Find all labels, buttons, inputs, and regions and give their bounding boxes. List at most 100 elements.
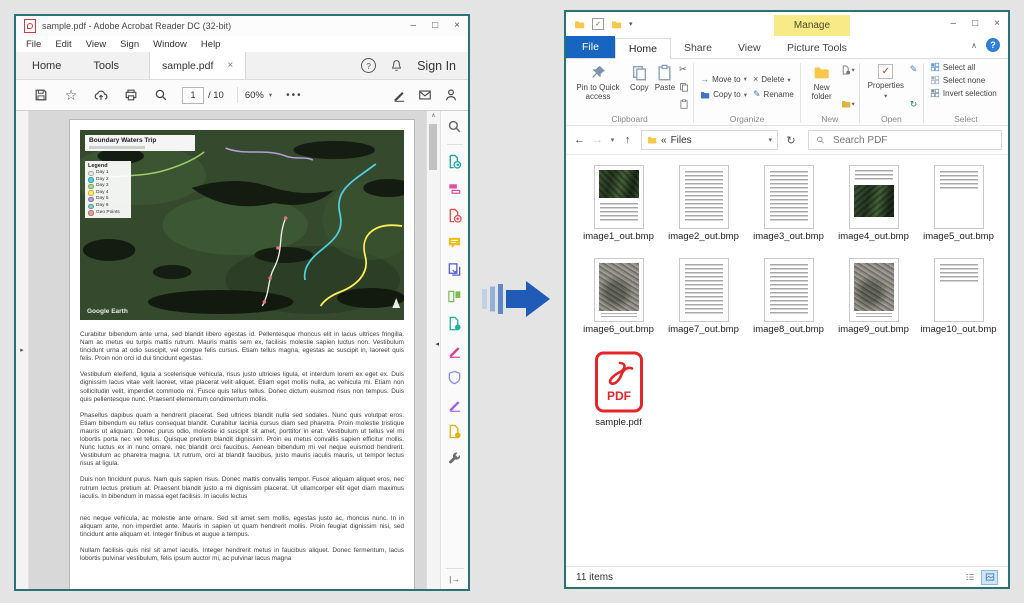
breadcrumb[interactable]: « Files ▾ xyxy=(641,130,778,150)
tab-tools[interactable]: Tools xyxy=(77,52,135,79)
back-icon[interactable]: ← xyxy=(572,134,587,146)
file-item[interactable]: image9_out.bmp xyxy=(831,258,916,351)
new-folder-qat-icon[interactable] xyxy=(611,19,622,30)
sign-in-button[interactable]: Sign In xyxy=(417,59,456,73)
breadcrumb-chevron-icon[interactable]: ▾ xyxy=(768,136,772,144)
help-icon[interactable]: ? xyxy=(986,38,1000,52)
create-pdf-tool[interactable] xyxy=(447,207,463,223)
share-cloud-icon[interactable] xyxy=(86,88,116,102)
scrollbar-thumb[interactable] xyxy=(429,124,437,170)
zoom-level-dropdown[interactable]: 60% ▾ xyxy=(245,90,272,101)
help-icon[interactable]: ? xyxy=(361,58,376,73)
protect-tool[interactable] xyxy=(447,369,463,385)
up-icon[interactable]: ↑ xyxy=(620,134,635,146)
breadcrumb-collapsed-icon[interactable]: « xyxy=(661,135,667,146)
tab-home[interactable]: Home xyxy=(615,38,671,59)
history-button[interactable]: ↻ xyxy=(910,100,918,109)
file-item[interactable]: PDF sample.pdf xyxy=(576,351,661,444)
account-icon[interactable] xyxy=(444,88,458,102)
select-none-button[interactable]: Select none xyxy=(930,75,1002,85)
menu-item[interactable]: Window xyxy=(153,39,187,50)
copy-path-icon[interactable] xyxy=(679,82,689,92)
file-item[interactable]: image5_out.bmp xyxy=(916,165,1001,258)
file-item[interactable]: image7_out.bmp xyxy=(661,258,746,351)
file-item[interactable]: image4_out.bmp xyxy=(831,165,916,258)
combine-files-tool[interactable] xyxy=(447,261,463,277)
tab-share[interactable]: Share xyxy=(671,37,725,58)
tab-picture-tools[interactable]: Picture Tools xyxy=(774,37,860,58)
tab-home[interactable]: Home xyxy=(16,52,77,79)
more-tools-icon[interactable]: ••• xyxy=(286,90,303,101)
file-item[interactable]: image2_out.bmp xyxy=(661,165,746,258)
breadcrumb-folder-label[interactable]: Files xyxy=(671,135,692,146)
print-icon[interactable] xyxy=(116,88,146,102)
file-item[interactable]: image1_out.bmp xyxy=(576,165,661,258)
folder-icon[interactable] xyxy=(574,19,585,30)
cut-icon[interactable]: ✂ xyxy=(679,65,689,74)
refresh-icon[interactable]: ↻ xyxy=(781,134,801,147)
edit-button[interactable]: ✎ xyxy=(910,65,918,74)
invert-selection-button[interactable]: Invert selection xyxy=(930,88,1002,98)
recent-locations-chevron-icon[interactable]: ▾ xyxy=(608,136,617,144)
zoom-out-icon[interactable] xyxy=(146,88,176,102)
tab-file[interactable]: File xyxy=(566,36,615,58)
menu-item[interactable]: Sign xyxy=(120,39,139,50)
page-number-input[interactable]: 1 xyxy=(182,87,204,104)
compress-pdf-tool[interactable] xyxy=(447,315,463,331)
menu-item[interactable]: Edit xyxy=(55,39,71,50)
edit-pdf-tool[interactable] xyxy=(447,180,463,196)
new-folder-button[interactable]: New folder xyxy=(804,62,840,112)
thumbnail-view-button[interactable] xyxy=(981,570,998,585)
properties-button[interactable]: ✓ Properties ▾ xyxy=(863,62,909,112)
file-item[interactable]: image10_out.bmp xyxy=(916,258,1001,351)
rename-button[interactable]: ✎ Rename xyxy=(753,90,794,99)
manage-contextual-tab[interactable]: Manage xyxy=(774,15,850,36)
properties-check-icon[interactable]: ✓ xyxy=(592,18,604,30)
stamp-tool[interactable] xyxy=(447,423,463,439)
scroll-up-icon[interactable]: ∧ xyxy=(427,112,440,119)
favorite-star-icon[interactable]: ☆ xyxy=(56,88,86,102)
vertical-scrollbar[interactable]: ∧ xyxy=(426,111,440,589)
notifications-bell-icon[interactable] xyxy=(390,59,403,72)
customize-toolbar-chevron-icon[interactable]: ▾ xyxy=(629,20,633,28)
collapse-ribbon-icon[interactable]: ∧ xyxy=(971,41,977,50)
menu-item[interactable]: Help xyxy=(201,39,221,50)
certificates-tool[interactable] xyxy=(447,396,463,412)
copy-button[interactable]: Copy xyxy=(627,62,652,112)
maximize-icon[interactable]: □ xyxy=(432,21,438,31)
comment-tool[interactable] xyxy=(447,234,463,250)
more-tools[interactable] xyxy=(447,450,463,466)
forward-icon[interactable]: → xyxy=(590,134,605,146)
file-item[interactable]: image3_out.bmp xyxy=(746,165,831,258)
move-to-button[interactable]: → Move to ▾ xyxy=(700,75,747,84)
left-pane-handle[interactable]: ▸ xyxy=(16,111,29,589)
close-document-icon[interactable]: × xyxy=(227,60,233,71)
save-icon[interactable] xyxy=(26,88,56,102)
search-box[interactable] xyxy=(808,130,1002,150)
search-input[interactable] xyxy=(831,134,994,147)
export-pdf-tool[interactable] xyxy=(447,153,463,169)
menu-item[interactable]: View xyxy=(86,39,106,50)
menu-item[interactable]: File xyxy=(26,39,41,50)
collapse-tools-pane-icon[interactable]: ◂ xyxy=(435,340,439,348)
close-icon[interactable]: × xyxy=(454,21,460,31)
new-item-button[interactable]: ▾ xyxy=(841,65,855,75)
details-view-button[interactable] xyxy=(961,570,978,585)
easy-access-button[interactable]: ▾ xyxy=(841,99,855,109)
search-tool[interactable] xyxy=(447,116,463,145)
paste-shortcut-icon[interactable] xyxy=(679,99,689,109)
tab-view[interactable]: View xyxy=(725,37,774,58)
organize-pages-tool[interactable] xyxy=(447,288,463,304)
minimize-icon[interactable]: – xyxy=(951,19,957,29)
document-tab[interactable]: sample.pdf × xyxy=(149,52,246,79)
fill-sign-pen-icon[interactable] xyxy=(392,88,406,102)
pin-to-quick-access-button[interactable]: Pin to Quick access xyxy=(569,62,627,112)
send-mail-icon[interactable] xyxy=(418,88,432,102)
close-icon[interactable]: × xyxy=(994,19,1000,29)
file-item[interactable]: image6_out.bmp xyxy=(576,258,661,351)
paste-button[interactable]: Paste xyxy=(652,62,678,112)
copy-to-button[interactable]: Copy to ▾ xyxy=(700,90,747,100)
file-item[interactable]: image8_out.bmp xyxy=(746,258,831,351)
select-all-button[interactable]: Select all xyxy=(930,62,1002,72)
minimize-icon[interactable]: – xyxy=(411,21,417,31)
